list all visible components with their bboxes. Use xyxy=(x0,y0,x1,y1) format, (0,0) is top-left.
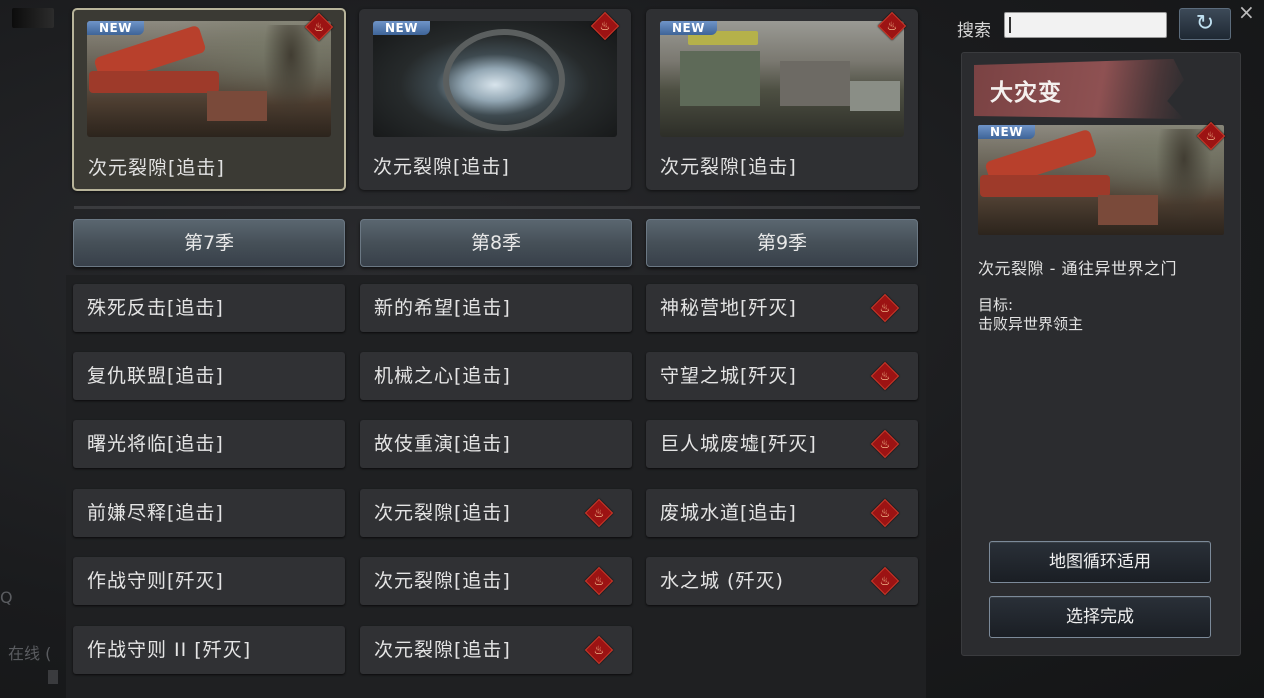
detail-map-thumbnail: NEW xyxy=(978,125,1224,235)
divider xyxy=(74,206,920,209)
map-loop-button[interactable]: 地图循环适用 xyxy=(989,541,1211,583)
map-detail-panel: 大灾变 NEW ♨ 次元裂隙 - 通往异世界之门 目标: 击败异世界领主 地图循… xyxy=(961,52,1241,656)
map-list-item-label: 前嫌尽释[追击] xyxy=(87,502,224,524)
map-list-item[interactable]: 次元裂隙[追击] ♨ xyxy=(360,626,632,674)
background-fragment-q: Q xyxy=(0,588,13,607)
map-list-item-label: 水之城 (歼灭) xyxy=(660,570,784,592)
flame-hazard-icon: ♨ xyxy=(870,498,900,528)
flame-hazard-icon: ♨ xyxy=(870,566,900,596)
new-badge: NEW xyxy=(978,125,1035,139)
new-badge: NEW xyxy=(87,21,144,35)
map-list-item-label: 废城水道[追击] xyxy=(660,502,797,524)
map-list-item-label: 复仇联盟[追击] xyxy=(87,365,224,387)
flame-hazard-icon: ♨ xyxy=(584,566,614,596)
new-badge: NEW xyxy=(373,21,430,35)
map-list-item[interactable]: 新的希望[追击] xyxy=(360,284,632,332)
search-label: 搜索 xyxy=(957,21,991,41)
tab-season-7[interactable]: 第7季 xyxy=(73,219,345,267)
map-list-item-label: 曙光将临[追击] xyxy=(87,433,224,455)
map-list-item[interactable]: 次元裂隙[追击] ♨ xyxy=(360,489,632,537)
map-list-item[interactable]: 机械之心[追击] xyxy=(360,352,632,400)
map-list-item[interactable]: 殊死反击[追击] xyxy=(73,284,345,332)
background-fragment-online: 在线 ( xyxy=(8,644,52,663)
map-list-item[interactable]: 守望之城[歼灭] ♨ xyxy=(646,352,918,400)
map-list-item-label: 作战守则 II [歼灭] xyxy=(87,639,252,661)
map-list-item-label: 机械之心[追击] xyxy=(374,365,511,387)
category-title: 大灾变 xyxy=(990,80,1062,106)
flame-hazard-icon: ♨ xyxy=(584,498,614,528)
objective-text: 击败异世界领主 xyxy=(978,315,1084,333)
flame-hazard-icon: ♨ xyxy=(304,12,334,42)
map-list-item[interactable]: 次元裂隙[追击] ♨ xyxy=(360,557,632,605)
featured-map-card-1[interactable]: NEW ♨ 次元裂隙[追击] xyxy=(72,8,346,191)
flame-hazard-icon: ♨ xyxy=(870,361,900,391)
map-list-item[interactable]: 作战守则[歼灭] xyxy=(73,557,345,605)
map-list-item-label: 巨人城废墟[歼灭] xyxy=(660,433,817,455)
map-list-item-label: 守望之城[歼灭] xyxy=(660,365,797,387)
map-list-item-label: 次元裂隙[追击] xyxy=(374,570,511,592)
map-list-item[interactable]: 故伎重演[追击] xyxy=(360,420,632,468)
text-caret xyxy=(1009,17,1011,33)
detail-map-name: 次元裂隙 - 通往异世界之门 xyxy=(978,259,1177,278)
search-input[interactable] xyxy=(1004,12,1167,38)
map-title: 次元裂隙[追击] xyxy=(88,157,225,179)
map-list-item[interactable]: 复仇联盟[追击] xyxy=(73,352,345,400)
map-list-item-label: 故伎重演[追击] xyxy=(374,433,511,455)
flame-hazard-icon: ♨ xyxy=(590,11,620,41)
close-icon: × xyxy=(1238,0,1255,24)
map-thumbnail: NEW xyxy=(660,21,904,137)
new-badge: NEW xyxy=(660,21,717,35)
map-thumbnail: NEW xyxy=(87,21,331,137)
map-list-item-label: 次元裂隙[追击] xyxy=(374,639,511,661)
refresh-button[interactable]: ↻ xyxy=(1179,8,1231,40)
featured-map-card-3[interactable]: NEW ♨ 次元裂隙[追击] xyxy=(646,9,918,190)
close-button[interactable]: × xyxy=(1238,0,1255,24)
background-fragment-icon xyxy=(48,670,58,684)
refresh-icon: ↻ xyxy=(1195,11,1215,36)
corner-logo-icon xyxy=(12,8,54,28)
flame-hazard-icon: ♨ xyxy=(877,11,907,41)
map-list-item[interactable]: 神秘营地[歼灭] ♨ xyxy=(646,284,918,332)
flame-hazard-icon: ♨ xyxy=(870,429,900,459)
flame-hazard-icon: ♨ xyxy=(870,293,900,323)
map-list-item[interactable]: 前嫌尽释[追击] xyxy=(73,489,345,537)
tab-season-8[interactable]: 第8季 xyxy=(360,219,632,267)
map-list-item-label: 新的希望[追击] xyxy=(374,297,511,319)
map-list-item[interactable]: 废城水道[追击] ♨ xyxy=(646,489,918,537)
map-list-item-label: 次元裂隙[追击] xyxy=(374,502,511,524)
map-list-item-label: 殊死反击[追击] xyxy=(87,297,224,319)
map-list-item[interactable]: 巨人城废墟[歼灭] ♨ xyxy=(646,420,918,468)
confirm-selection-button[interactable]: 选择完成 xyxy=(989,596,1211,638)
map-list-item[interactable]: 曙光将临[追击] xyxy=(73,420,345,468)
objective-label: 目标: xyxy=(978,296,1014,314)
map-list-item-label: 作战守则[歼灭] xyxy=(87,570,224,592)
featured-map-card-2[interactable]: NEW ♨ 次元裂隙[追击] xyxy=(359,9,631,190)
map-title: 次元裂隙[追击] xyxy=(660,156,797,178)
flame-hazard-icon: ♨ xyxy=(1196,121,1226,151)
flame-hazard-icon: ♨ xyxy=(584,635,614,665)
map-list-item[interactable]: 作战守则 II [歼灭] xyxy=(73,626,345,674)
map-list-item-label: 神秘营地[歼灭] xyxy=(660,297,797,319)
tab-season-9[interactable]: 第9季 xyxy=(646,219,918,267)
map-title: 次元裂隙[追击] xyxy=(373,156,510,178)
map-thumbnail: NEW xyxy=(373,21,617,137)
map-list-item[interactable]: 水之城 (歼灭) ♨ xyxy=(646,557,918,605)
